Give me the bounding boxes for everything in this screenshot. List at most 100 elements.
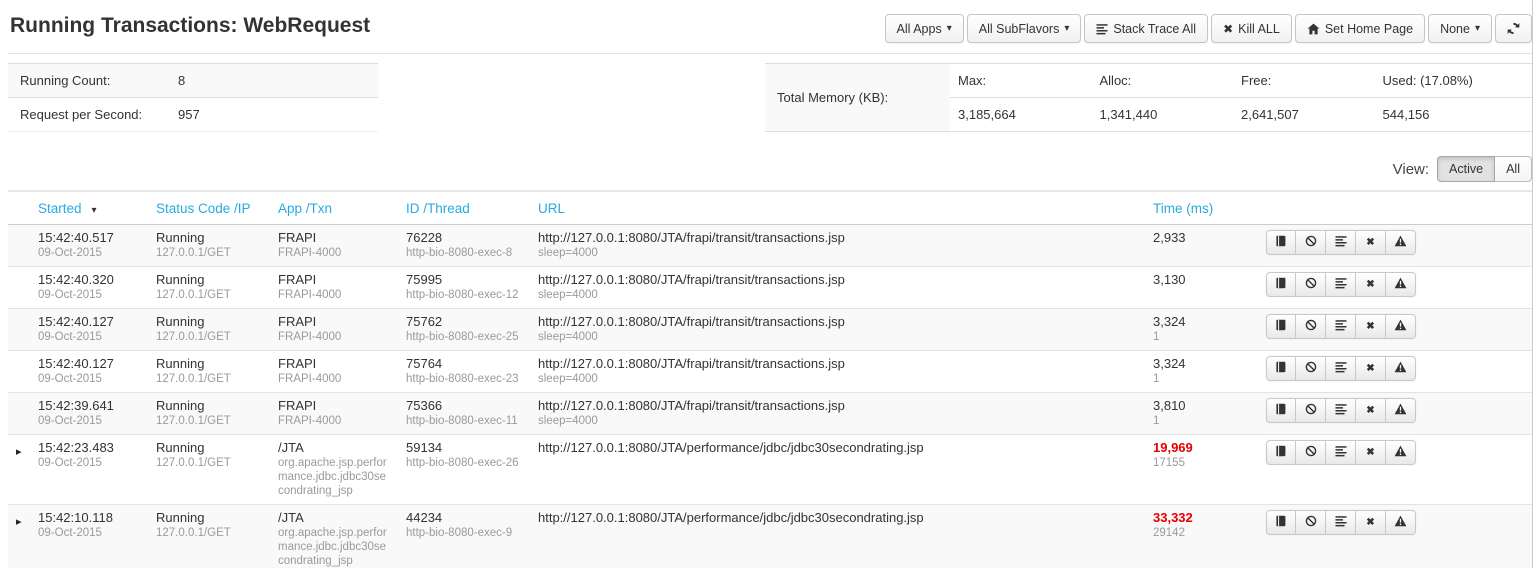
alert-button[interactable] <box>1386 440 1416 465</box>
book-icon <box>1275 277 1287 292</box>
kill-button[interactable]: ✖ <box>1356 356 1386 381</box>
stack-trace-button[interactable] <box>1326 510 1356 535</box>
x-icon: ✖ <box>1366 280 1374 290</box>
cancel-button[interactable] <box>1296 314 1326 339</box>
row-status: Running <box>156 314 262 330</box>
row-started-date: 09-Oct-2015 <box>38 246 140 260</box>
alert-button[interactable] <box>1386 272 1416 297</box>
row-started-date: 09-Oct-2015 <box>38 288 140 302</box>
row-time-sub: 29142 <box>1153 526 1252 540</box>
row-time-ms: 3,130 <box>1153 272 1252 288</box>
row-ip-method: 127.0.0.1/GET <box>156 246 262 260</box>
url-cell: http://127.0.0.1:8080/JTA/frapi/transit/… <box>530 309 1145 350</box>
chevron-down-icon: ▾ <box>1064 23 1069 34</box>
column-header-time[interactable]: Time (ms) <box>1145 192 1260 224</box>
refresh-button[interactable] <box>1495 14 1532 43</box>
view-all-button[interactable]: All <box>1495 156 1532 182</box>
stack-trace-button[interactable] <box>1326 398 1356 423</box>
stack-trace-button[interactable] <box>1326 440 1356 465</box>
row-started-time: 15:42:10.118 <box>38 510 140 526</box>
cancel-button[interactable] <box>1296 398 1326 423</box>
column-header-app[interactable]: App /Txn <box>270 192 398 224</box>
cancel-button[interactable] <box>1296 230 1326 255</box>
memory-free-value: 2,641,507 <box>1241 107 1383 122</box>
cancel-button[interactable] <box>1296 510 1326 535</box>
ban-circle-icon <box>1305 319 1317 334</box>
alert-button[interactable] <box>1386 230 1416 255</box>
alert-button[interactable] <box>1386 510 1416 535</box>
row-app: /JTA <box>278 510 390 526</box>
log-book-button[interactable] <box>1266 440 1296 465</box>
kill-button[interactable]: ✖ <box>1356 314 1386 339</box>
status-cell: Running 127.0.0.1/GET <box>148 505 270 546</box>
row-url-params: sleep=4000 <box>538 246 1137 260</box>
row-txn: FRAPI-4000 <box>278 372 390 386</box>
row-status: Running <box>156 272 262 288</box>
all-subflavors-dropdown[interactable]: All SubFlavors ▾ <box>967 14 1082 43</box>
column-header-url[interactable]: URL <box>530 192 1145 224</box>
row-time-sub: 1 <box>1153 372 1252 386</box>
kill-button[interactable]: ✖ <box>1356 510 1386 535</box>
stack-trace-button[interactable] <box>1326 314 1356 339</box>
log-book-button[interactable] <box>1266 230 1296 255</box>
row-thread: http-bio-8080-exec-23 <box>406 372 522 386</box>
warning-icon <box>1394 319 1407 334</box>
book-icon <box>1275 403 1287 418</box>
kill-button[interactable]: ✖ <box>1356 230 1386 255</box>
app-cell: FRAPI FRAPI-4000 <box>270 267 398 308</box>
alert-button[interactable] <box>1386 314 1416 339</box>
row-started-date: 09-Oct-2015 <box>38 414 140 428</box>
log-book-button[interactable] <box>1266 398 1296 423</box>
column-header-started[interactable]: Started▾ <box>30 192 148 224</box>
x-icon: ✖ <box>1366 364 1374 374</box>
log-book-button[interactable] <box>1266 314 1296 339</box>
row-expand-icon[interactable]: ▸ <box>16 516 22 528</box>
stack-trace-button[interactable] <box>1326 230 1356 255</box>
cancel-button[interactable] <box>1296 272 1326 297</box>
memory-table: Total Memory (KB): Max: Alloc: Free: Use… <box>765 63 1532 132</box>
row-txn: FRAPI-4000 <box>278 330 390 344</box>
all-apps-dropdown[interactable]: All Apps ▾ <box>885 14 964 43</box>
cancel-button[interactable] <box>1296 356 1326 381</box>
view-active-button[interactable]: Active <box>1437 156 1495 182</box>
none-dropdown[interactable]: None ▾ <box>1428 14 1492 43</box>
x-icon: ✖ <box>1366 238 1374 248</box>
log-book-button[interactable] <box>1266 510 1296 535</box>
log-book-button[interactable] <box>1266 356 1296 381</box>
transactions-table-header: Started▾ Status Code /IP App /Txn ID /Th… <box>8 192 1532 225</box>
all-apps-label: All Apps <box>897 22 942 36</box>
id-cell: 75995 http-bio-8080-exec-12 <box>398 267 530 308</box>
log-book-button[interactable] <box>1266 272 1296 297</box>
scrollbar-track[interactable] <box>1532 0 1533 568</box>
stack-trace-button[interactable] <box>1326 356 1356 381</box>
column-header-id[interactable]: ID /Thread <box>398 192 530 224</box>
stack-trace-icon <box>1335 515 1347 530</box>
title-divider <box>8 53 1532 54</box>
cancel-button[interactable] <box>1296 440 1326 465</box>
warning-icon <box>1394 515 1407 530</box>
set-home-page-button[interactable]: Set Home Page <box>1295 14 1425 43</box>
actions-cell: ✖ <box>1260 435 1532 465</box>
row-time-ms: 3,810 <box>1153 398 1252 414</box>
row-started-date: 09-Oct-2015 <box>38 330 140 344</box>
kill-button[interactable]: ✖ <box>1356 440 1386 465</box>
started-cell: 15:42:10.118 09-Oct-2015 <box>30 505 148 546</box>
started-cell: 15:42:40.127 09-Oct-2015 <box>30 351 148 392</box>
stack-trace-button[interactable] <box>1326 272 1356 297</box>
alert-button[interactable] <box>1386 356 1416 381</box>
status-cell: Running 127.0.0.1/GET <box>148 435 270 476</box>
status-cell: Running 127.0.0.1/GET <box>148 225 270 266</box>
app-cell: FRAPI FRAPI-4000 <box>270 309 398 350</box>
row-id: 44234 <box>406 510 522 526</box>
kill-button[interactable]: ✖ <box>1356 272 1386 297</box>
column-header-status[interactable]: Status Code /IP <box>148 192 270 224</box>
stack-trace-all-button[interactable]: Stack Trace All <box>1084 14 1208 43</box>
expander-cell: ▸ <box>8 351 30 376</box>
kill-button[interactable]: ✖ <box>1356 398 1386 423</box>
row-app: FRAPI <box>278 314 390 330</box>
row-url: http://127.0.0.1:8080/JTA/frapi/transit/… <box>538 398 1137 414</box>
memory-max-value: 3,185,664 <box>958 107 1100 122</box>
kill-all-button[interactable]: ✖ Kill ALL <box>1211 14 1292 43</box>
row-expand-icon[interactable]: ▸ <box>16 446 22 458</box>
alert-button[interactable] <box>1386 398 1416 423</box>
